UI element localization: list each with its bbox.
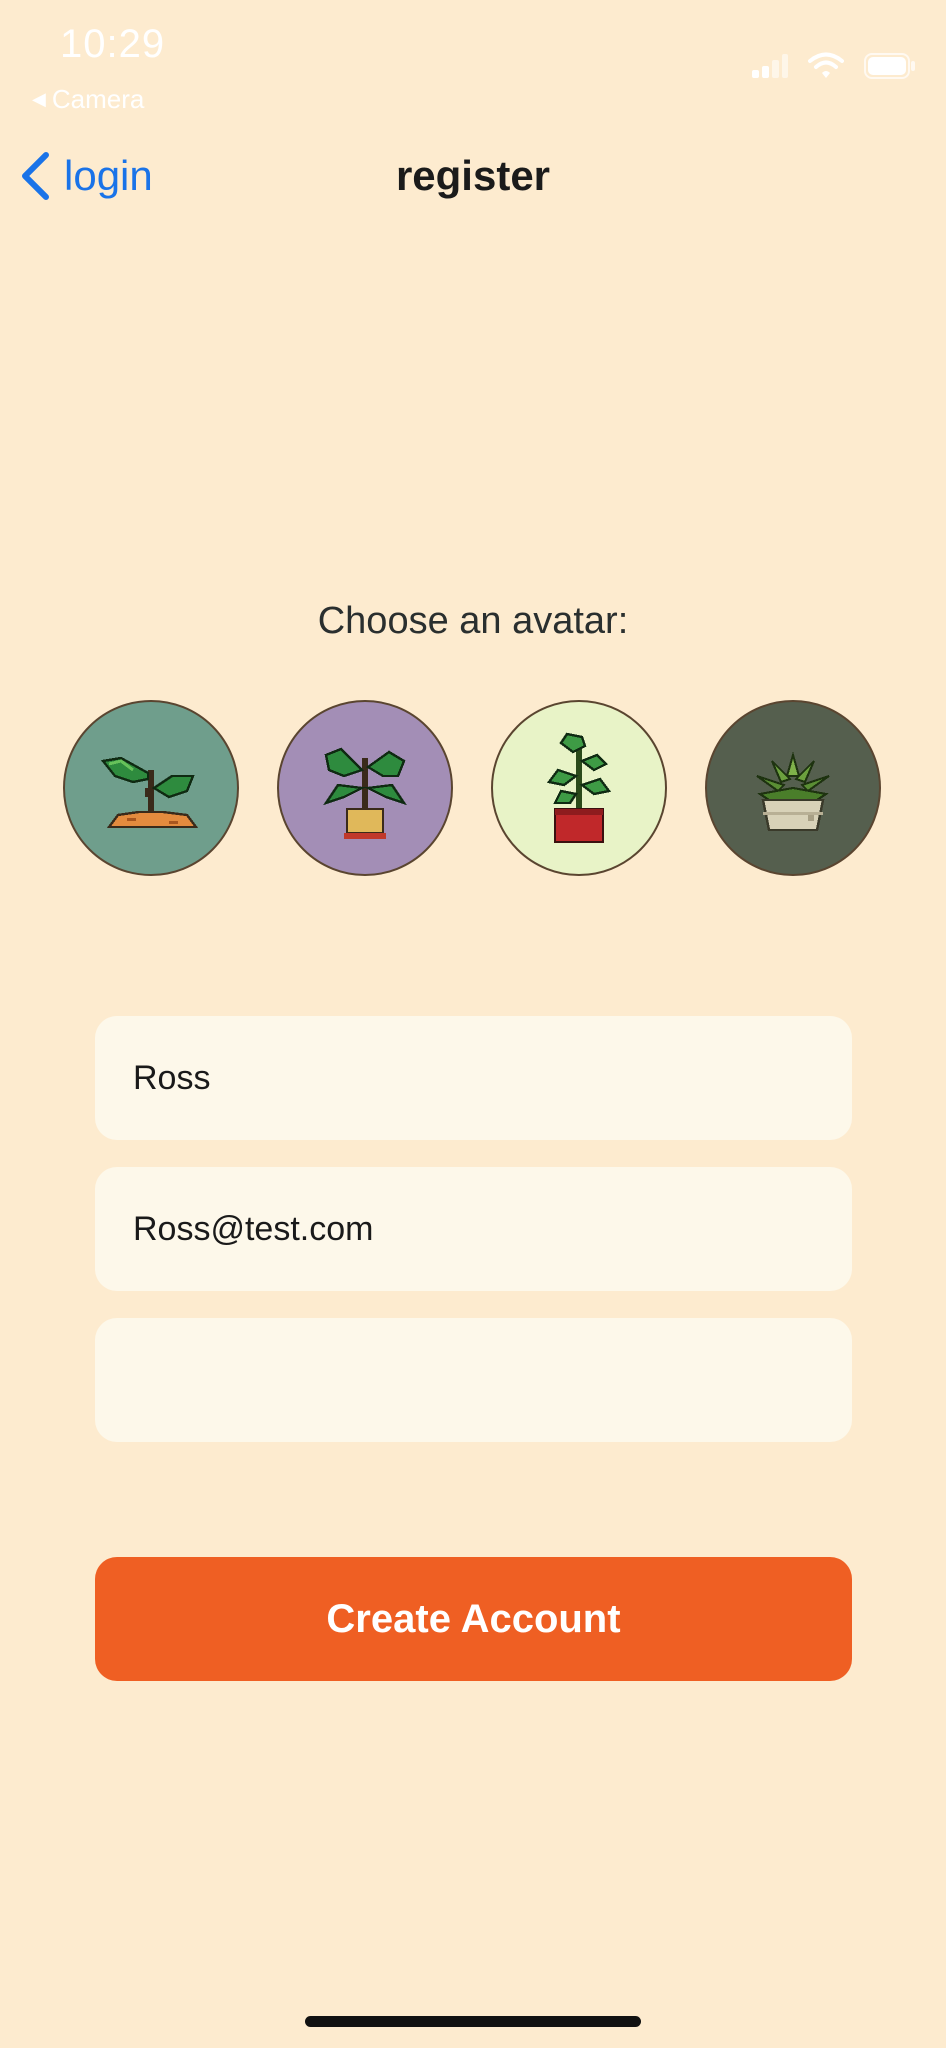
potted-plant-icon xyxy=(323,747,407,839)
status-icons xyxy=(752,52,916,80)
signal-icon xyxy=(752,54,788,78)
red-pot-plant-icon xyxy=(546,732,612,844)
succulent-icon xyxy=(756,751,830,832)
home-indicator[interactable] xyxy=(305,2016,641,2027)
password-field[interactable] xyxy=(95,1318,852,1442)
avatar-option-red-pot-plant[interactable] xyxy=(491,700,667,876)
battery-icon xyxy=(864,53,915,79)
page-title: register xyxy=(395,152,551,199)
avatar-option-potted-plant[interactable] xyxy=(277,700,453,876)
email-field[interactable] xyxy=(95,1167,852,1291)
avatar-prompt: Choose an avatar: xyxy=(317,600,629,642)
avatar-option-succulent[interactable] xyxy=(705,700,881,876)
avatar-row xyxy=(63,700,883,876)
create-account-button[interactable]: Create Account xyxy=(95,1557,852,1681)
back-triangle-icon: ◀ xyxy=(32,89,46,109)
back-to-app[interactable]: ◀ Camera xyxy=(32,84,144,115)
avatar-option-seedling[interactable] xyxy=(63,700,239,876)
back-app-label: Camera xyxy=(51,84,145,114)
status-time: 10:29 xyxy=(60,22,166,66)
username-field[interactable] xyxy=(95,1016,852,1140)
seedling-icon xyxy=(100,756,199,829)
wifi-icon xyxy=(808,52,844,78)
